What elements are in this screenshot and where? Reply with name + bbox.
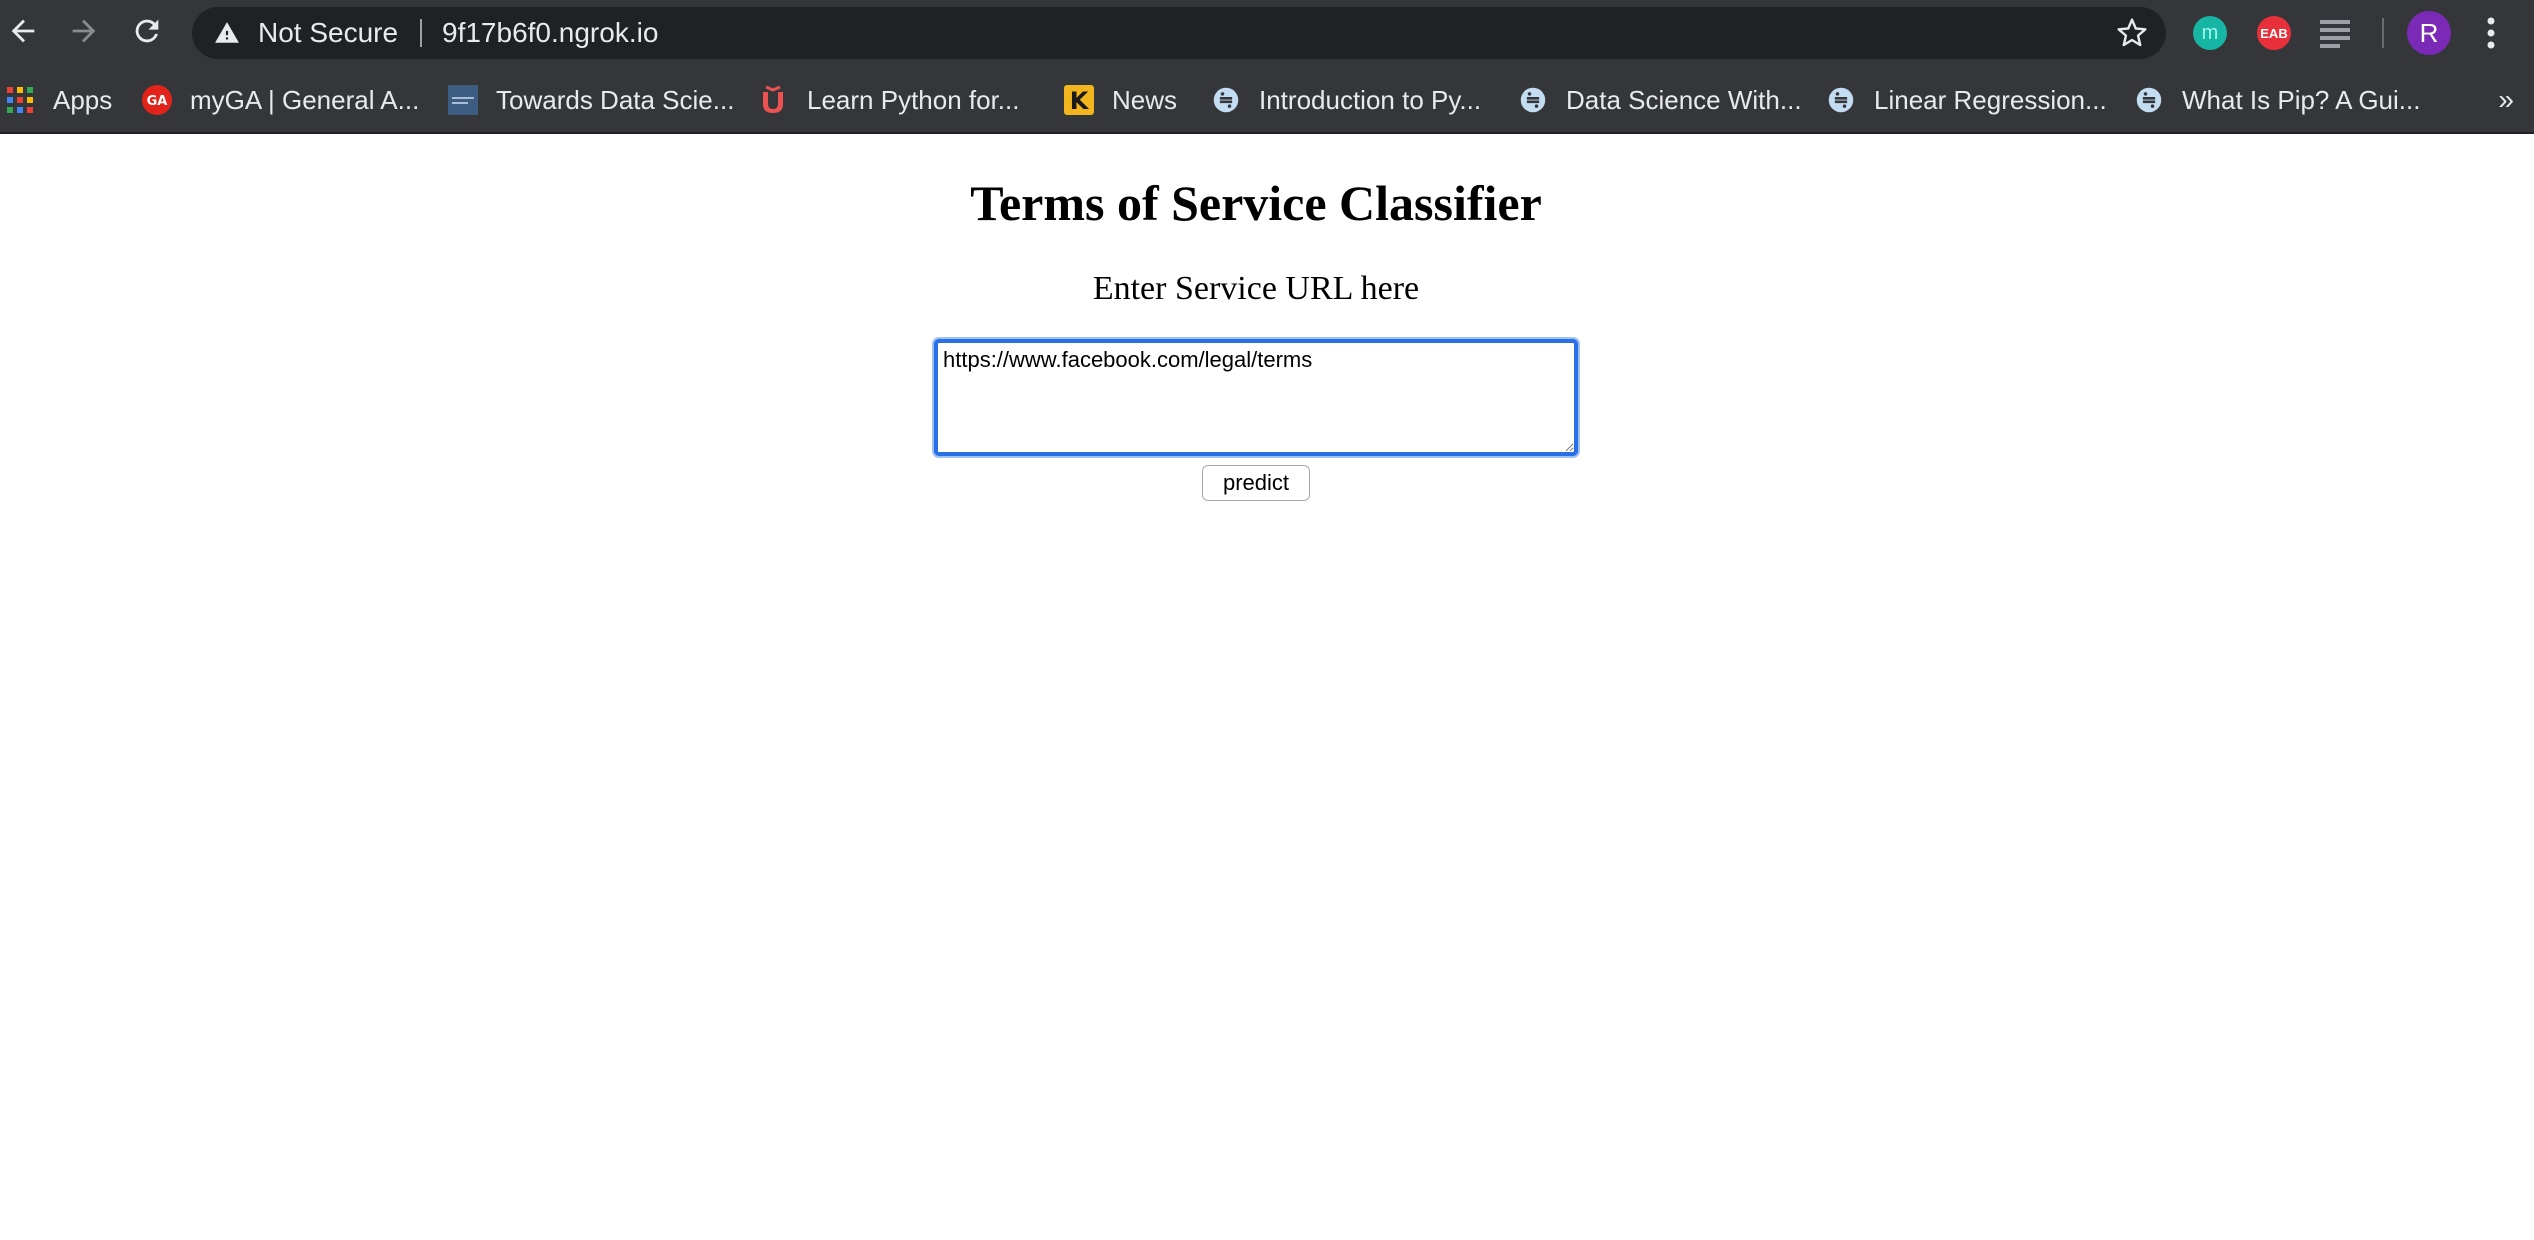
reload-button[interactable] [124, 10, 170, 56]
reload-icon [130, 14, 164, 53]
bookmark-label: Apps [53, 84, 113, 115]
back-button[interactable] [0, 10, 46, 56]
page-content: Terms of Service Classifier Enter Servic… [0, 134, 2534, 1240]
ga-logo-icon: GA [141, 84, 173, 116]
address-bar[interactable]: Not Secure 9f17b6f0.ngrok.io [192, 7, 2166, 59]
bookmark-what-is-pip[interactable]: What Is Pip? A Gui... [2133, 80, 2420, 120]
apps-grid-icon [4, 84, 36, 116]
python-logo-icon [1825, 84, 1857, 116]
bookmark-data-science-with[interactable]: Data Science With... [1517, 80, 1802, 120]
bookmark-linear-regression[interactable]: Linear Regression... [1825, 80, 2107, 120]
service-url-input[interactable]: https://www.facebook.com/legal/terms [934, 339, 1578, 456]
toolbar-divider [2382, 18, 2384, 48]
back-arrow-icon [6, 14, 40, 53]
bookmarks-bar: Apps GA myGA | General A... Towards Data… [0, 66, 2534, 134]
bookmark-learn-python[interactable]: Learn Python for... [758, 80, 1019, 120]
reader-extension-icon[interactable] [2318, 16, 2352, 50]
bookmark-label: Linear Regression... [1874, 84, 2107, 115]
bookmark-label: Towards Data Scie... [496, 84, 735, 115]
bookmarks-overflow-button[interactable]: » [2498, 84, 2514, 116]
bookmark-apps[interactable]: Apps [4, 80, 112, 120]
m-extension-icon[interactable]: m [2193, 16, 2227, 50]
bookmark-news[interactable]: K News [1063, 80, 1177, 120]
profile-avatar[interactable]: R [2407, 11, 2451, 55]
python-logo-icon [2133, 84, 2165, 116]
python-logo-icon [1210, 84, 1242, 116]
url-prompt-label: Enter Service URL here [1092, 270, 1420, 307]
browser-toolbar: Not Secure 9f17b6f0.ngrok.io m EAB R [0, 0, 2534, 66]
bookmark-label: Data Science With... [1566, 84, 1802, 115]
bookmark-label: What Is Pip? A Gui... [2182, 84, 2421, 115]
url-text[interactable]: 9f17b6f0.ngrok.io [442, 16, 658, 50]
kebab-menu-icon[interactable] [2476, 12, 2506, 54]
bookmark-introduction-to-python[interactable]: Introduction to Py... [1210, 80, 1481, 120]
forward-button[interactable] [61, 10, 107, 56]
svg-text:K: K [1070, 87, 1090, 115]
eab-extension-icon[interactable]: EAB [2257, 16, 2291, 50]
security-status-label[interactable]: Not Secure [258, 16, 398, 50]
warning-icon [214, 20, 240, 46]
bookmark-label: Introduction to Py... [1259, 84, 1482, 115]
bookmark-label: News [1112, 84, 1178, 115]
bookmark-label: myGA | General A... [190, 84, 420, 115]
bookmark-myga[interactable]: GA myGA | General A... [141, 80, 419, 120]
python-logo-icon [1517, 84, 1549, 116]
omnibox-divider [420, 19, 422, 47]
svg-text:GA: GA [147, 94, 168, 109]
page-title: Terms of Service Classifier [970, 175, 1542, 231]
udemy-logo-icon [758, 84, 790, 116]
bookmark-towards-data-science[interactable]: Towards Data Scie... [447, 80, 734, 120]
k-logo-icon: K [1063, 84, 1095, 116]
bookmark-label: Learn Python for... [807, 84, 1020, 115]
star-icon[interactable] [2116, 17, 2148, 49]
tds-logo-icon [447, 84, 479, 116]
forward-arrow-icon [67, 14, 101, 53]
predict-button[interactable]: predict [1202, 465, 1310, 501]
